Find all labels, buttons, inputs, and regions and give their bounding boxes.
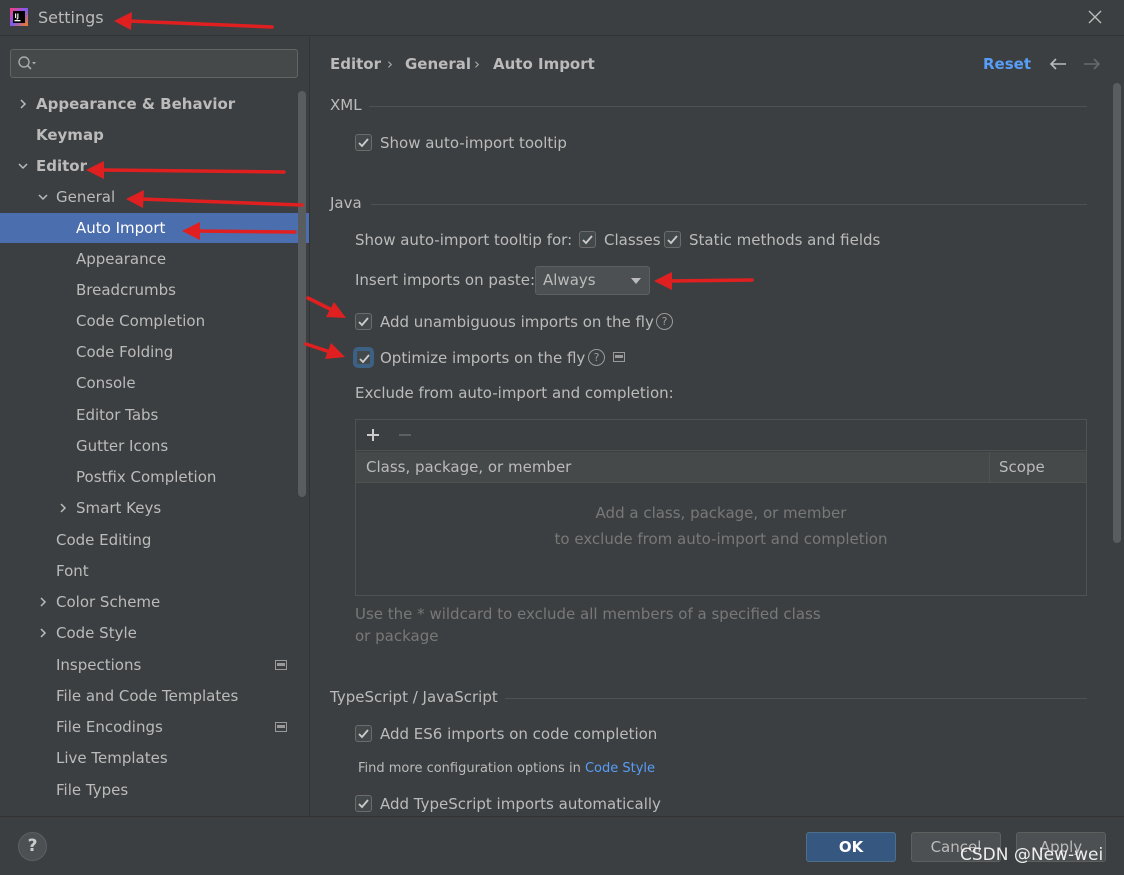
annotation-arrow <box>654 272 754 290</box>
annotation-arrow <box>306 296 346 318</box>
annotation-arrow <box>114 12 274 30</box>
annotation-arrow <box>182 222 297 240</box>
annotation-arrow <box>86 161 286 179</box>
annotation-arrow <box>304 342 345 359</box>
annotation-arrows <box>86 12 754 359</box>
annotation-arrow <box>126 190 304 208</box>
